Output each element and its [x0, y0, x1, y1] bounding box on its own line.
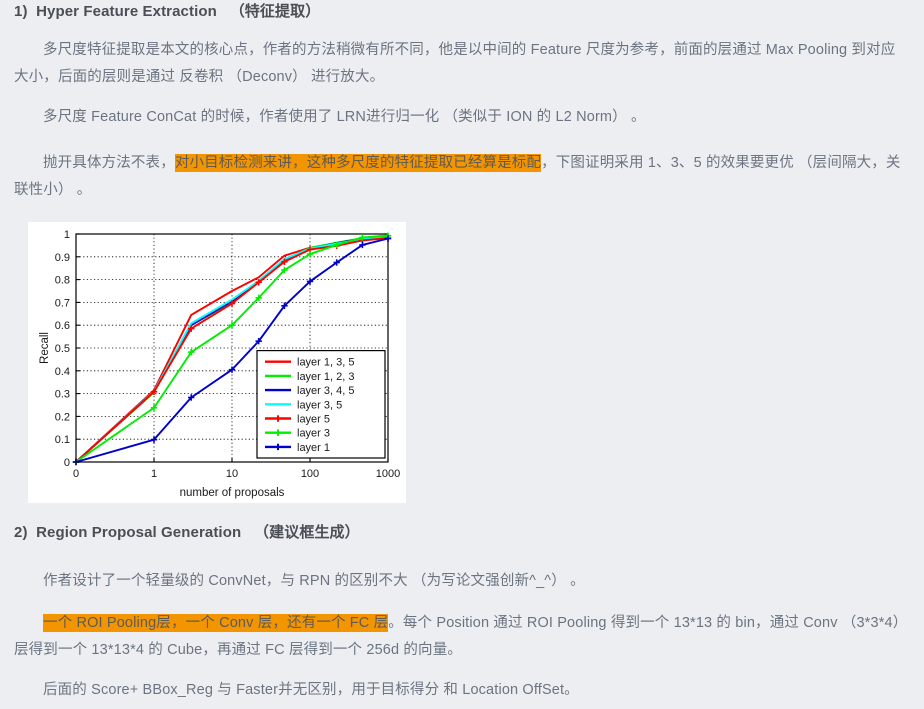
paragraph-score-bbox-reg: 后面的 Score+ BBox_Reg 与 Faster并无区别，用于目标得分 …	[43, 682, 579, 698]
document-page: 1) Hyper Feature Extraction （特征提取） 多尺度特征…	[0, 0, 924, 709]
paragraph-concat-lrn: 多尺度 Feature ConCat 的时候，作者使用了 LRN进行归一化 （类…	[43, 109, 646, 125]
section-2-heading: 2) Region Proposal Generation （建议框生成）	[14, 524, 360, 542]
legend-label: layer 3	[297, 428, 330, 440]
x-axis-tick-label: 1	[151, 468, 157, 480]
legend-label: layer 5	[297, 414, 330, 426]
y-axis-tick-label: 0.7	[55, 297, 70, 309]
y-axis-tick-label: 0.6	[55, 320, 70, 332]
section-1-title-cn: （特征提取）	[229, 3, 321, 20]
y-axis-tick-label: 1	[64, 229, 70, 241]
x-axis-tick-label: 1000	[376, 468, 400, 480]
legend-label: layer 1	[297, 442, 330, 454]
x-axis-tick-label: 100	[301, 468, 319, 480]
x-axis-tick-label: 0	[73, 468, 79, 480]
x-axis-title: number of proposals	[180, 487, 285, 499]
y-axis-tick-label: 0.1	[55, 434, 70, 446]
section-2-number: 2)	[14, 524, 28, 541]
legend-label: layer 1, 2, 3	[297, 371, 354, 383]
y-axis-tick-label: 0.5	[55, 343, 70, 355]
legend-label: layer 3, 5	[297, 399, 342, 411]
legend-label: layer 1, 3, 5	[297, 357, 354, 369]
section-2-title-cn: （建议框生成）	[254, 524, 360, 541]
legend-label: layer 3, 4, 5	[297, 385, 354, 397]
paragraph-3-prefix: 抛开具体方法不表，	[43, 155, 175, 171]
highlight-small-object-detection: 对小目标检测来讲，这种多尺度的特征提取已经算是标配	[174, 154, 542, 172]
y-axis-tick-label: 0.8	[55, 275, 70, 287]
y-axis-title: Recall	[39, 332, 51, 364]
section-1-number: 1)	[14, 3, 28, 20]
section-2-title-en: Region Proposal Generation	[36, 524, 242, 541]
paragraph-standard-config: 抛开具体方法不表，对小目标检测来讲，这种多尺度的特征提取已经算是标配，下图证明采…	[14, 150, 910, 204]
chart-canvas: 00.10.20.30.40.50.60.70.80.910 1 10 100 1000…	[39, 229, 400, 499]
paragraph-convnet-rpn: 作者设计了一个轻量级的 ConvNet，与 RPN 的区别不大 （为写论文强创新…	[43, 573, 585, 589]
x-axis-tick-label: 10	[226, 468, 238, 480]
y-axis-tick-label: 0	[64, 457, 70, 469]
paragraph-roi-pooling: 一个 ROI Pooling层，一个 Conv 层，还有一个 FC 层。每个 P…	[14, 610, 910, 664]
section-1-heading: 1) Hyper Feature Extraction （特征提取）	[14, 3, 320, 21]
y-axis-tick-label: 0.4	[55, 366, 70, 378]
recall-vs-proposals-chart: 0 0.1 0.2 0.3 0.4 0.5 0.6 0.7 0.8 0.9 1 0 1 10 100 1000…	[28, 222, 406, 503]
y-axis-tick-label: 0.2	[55, 411, 70, 423]
y-axis-tick-label: 0.9	[55, 252, 70, 264]
highlight-roi-pooling-layers: 一个 ROI Pooling层，一个 Conv 层，还有一个 FC 层	[43, 614, 389, 632]
y-axis-tick-label: 0.3	[55, 389, 70, 401]
section-1-title-en: Hyper Feature Extraction	[36, 3, 217, 20]
paragraph-multiscale-extraction: 多尺度特征提取是本文的核心点，作者的方法稍微有所不同，他是以中间的 Featur…	[14, 42, 896, 85]
